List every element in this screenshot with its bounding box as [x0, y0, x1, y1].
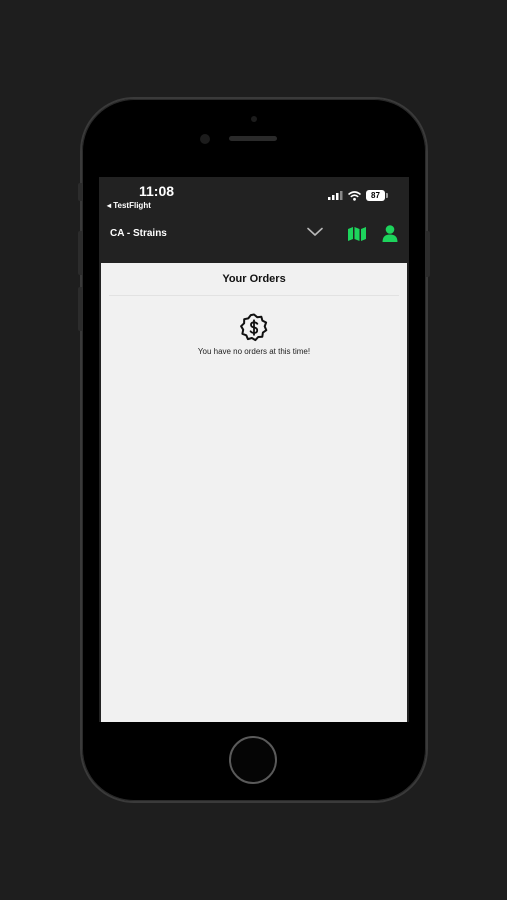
- front-camera: [200, 134, 210, 144]
- earpiece-speaker: [229, 136, 277, 141]
- cellular-signal-icon: [328, 191, 343, 200]
- location-selector-label[interactable]: CA - Strains: [110, 228, 167, 239]
- battery-icon: 87: [366, 190, 388, 201]
- power-button: [425, 231, 430, 277]
- dollar-badge-icon: [240, 313, 268, 342]
- chevron-down-icon[interactable]: [307, 227, 323, 237]
- status-bar: 11:08 ◂ TestFlight 87: [99, 177, 409, 213]
- silent-switch: [78, 183, 83, 201]
- empty-orders-message: You have no orders at this time!: [197, 347, 311, 356]
- title-divider: [109, 295, 399, 296]
- screen: 11:08 ◂ TestFlight 87 CA - Strains Your …: [99, 177, 409, 722]
- home-button[interactable]: [229, 736, 277, 784]
- page-title: Your Orders: [222, 273, 286, 285]
- status-time: 11:08: [139, 183, 175, 199]
- phone-frame: 11:08 ◂ TestFlight 87 CA - Strains Your …: [78, 99, 430, 801]
- wifi-icon: [348, 190, 361, 201]
- orders-panel: Your Orders You have no orders at this t…: [101, 263, 407, 722]
- volume-down-button: [78, 287, 83, 331]
- volume-up-button: [78, 231, 83, 275]
- stage: 11:08 ◂ TestFlight 87 CA - Strains Your …: [0, 0, 507, 900]
- status-icons: 87: [328, 190, 388, 201]
- profile-icon[interactable]: [382, 225, 398, 242]
- app-header: CA - Strains: [99, 213, 409, 263]
- back-to-testflight-link[interactable]: ◂ TestFlight: [107, 201, 151, 210]
- map-icon[interactable]: [348, 227, 366, 241]
- proximity-sensor: [251, 116, 257, 122]
